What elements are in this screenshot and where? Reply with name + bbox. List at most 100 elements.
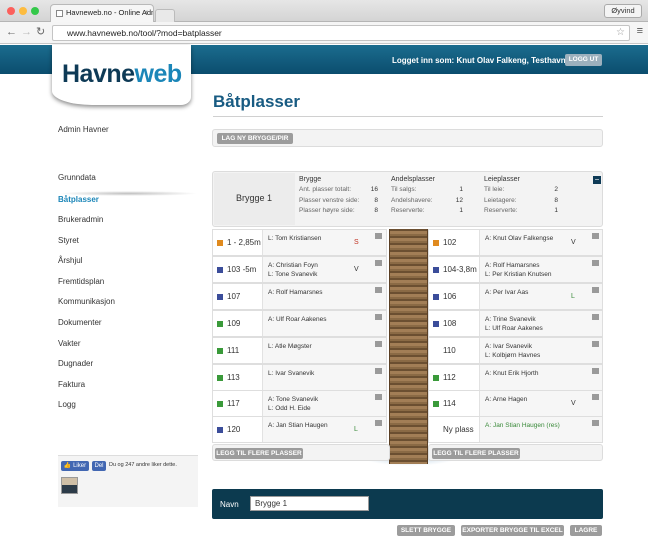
minimize-window-icon[interactable] [19,7,27,15]
sidebar-item-batplasser[interactable]: Båtplasser [58,195,99,204]
collapse-icon[interactable]: − [593,176,601,184]
berth-row[interactable]: 106 A: Per Ivar Aas L [428,283,603,310]
berth-number-cell[interactable]: 110 [429,338,480,363]
new-tab-button[interactable] [155,9,175,22]
add-more-left-button[interactable]: LEGG TIL FLERE PLASSER [215,448,303,459]
berth-number-cell[interactable]: 114 [429,391,480,416]
berth-number: 120 [227,425,241,434]
berth-number-cell[interactable]: 120 [213,417,263,442]
sidebar-item-arshjul[interactable]: Årshjul [58,256,82,265]
berth-row[interactable]: Ny plass A: Jan Stian Haugen (res) [428,416,603,443]
back-arrow-icon[interactable]: ← [6,26,17,38]
tab-title: Havneweb.no - Online Admi [66,8,154,17]
sidebar-item-kommunikasjon[interactable]: Kommunikasjon [58,297,115,306]
berth-occupants: A: Knut Erik Hjorth [485,369,538,378]
berth-number: Ny plass [443,425,474,434]
berth-menu-icon[interactable] [375,368,382,374]
berth-menu-icon[interactable] [375,394,382,400]
berth-number-cell[interactable]: 106 [429,284,480,309]
berth-menu-icon[interactable] [592,233,599,239]
facebook-share-button[interactable]: Del [92,461,106,471]
berth-number: 113 [227,373,240,382]
berth-row[interactable]: 109 A: Ulf Roar Aakenes [212,310,387,337]
pier-name-input[interactable]: Brygge 1 [250,496,369,511]
sidebar-item-logg[interactable]: Logg [58,400,76,409]
sidebar-item-faktura[interactable]: Faktura [58,380,85,389]
berth-row[interactable]: 112 A: Knut Erik Hjorth [428,364,603,391]
sidebar-item-dokumenter[interactable]: Dokumenter [58,318,102,327]
sidebar-item-fremtidsplan[interactable]: Fremtidsplan [58,277,104,286]
delete-pier-button[interactable]: SLETT BRYGGE [397,525,455,536]
berth-number-cell[interactable]: 108 [429,311,480,336]
berth-menu-icon[interactable] [592,368,599,374]
address-bar[interactable]: www.havneweb.no/tool/?mod=batplasser ☆ [52,25,630,41]
berth-number-cell[interactable]: 103 -5m [213,257,263,282]
berth-menu-icon[interactable] [592,260,599,266]
facebook-widget: 👍 Liker Del Du og 247 andre liker dette. [58,455,198,507]
berth-menu-icon[interactable] [375,314,382,320]
maximize-window-icon[interactable] [31,7,39,15]
berth-row[interactable]: 113 L: Ivar Svanevik [212,364,387,391]
berth-menu-icon[interactable] [592,420,599,426]
berth-number-cell[interactable]: 109 [213,311,263,336]
berth-menu-icon[interactable] [592,341,599,347]
berth-status-letter: L [354,426,358,433]
berth-menu-icon[interactable] [592,394,599,400]
sidebar-item-styret[interactable]: Styret [58,236,79,245]
save-button[interactable]: LAGRE [570,525,602,536]
berth-row[interactable]: 120 A: Jan Stian Haugen L [212,416,387,443]
sidebar-item-vakter[interactable]: Vakter [58,339,81,348]
berth-number-cell[interactable]: 107 [213,284,263,309]
sidebar-item-grunndata[interactable]: Grunndata [58,173,96,182]
bookmark-star-icon[interactable]: ☆ [616,26,625,40]
berth-number-cell[interactable]: 117 [213,391,263,416]
logged-in-text: Logget inn som: Knut Olav Falkeng, Testh… [392,56,566,65]
berth-occupant-name: A: Ulf Roar Aakenes [268,316,327,323]
berth-row[interactable]: 102 A: Knut Olav Falkengse V [428,229,603,256]
berth-row[interactable]: 111 L: Atle Møgster [212,337,387,364]
berth-menu-icon[interactable] [375,287,382,293]
berth-number-cell[interactable]: 112 [429,365,480,390]
berth-number-cell[interactable]: 111 [213,338,263,363]
close-tab-icon[interactable]: × [143,5,148,21]
berth-row[interactable]: 108 A: Trine Svanevik L: Ulf Roar Aakenes [428,310,603,337]
berth-menu-icon[interactable] [375,260,382,266]
export-excel-button[interactable]: EXPORTER BRYGGE TIL EXCEL [461,525,564,536]
pier-name: Brygge 1 [236,193,273,203]
berth-row[interactable]: 114 A: Arne Hagen V [428,390,603,417]
browser-tab[interactable]: Havneweb.no - Online Admi × [50,4,154,22]
leie-value: 1 [554,207,558,214]
berth-number-cell[interactable]: Ny plass [429,417,480,442]
sidebar-item-brukeradmin[interactable]: Brukeradmin [58,215,103,224]
sidebar-item-dugnader[interactable]: Dugnader [58,359,93,368]
berth-menu-icon[interactable] [375,233,382,239]
forward-arrow-icon[interactable]: → [21,26,32,38]
berth-row[interactable]: 103 -5m A: Christian Foyn L: Tone Svanevik… [212,256,387,283]
reload-icon[interactable]: ↻ [36,26,45,38]
berth-row[interactable]: 107 A: Rolf Hamarsnes [212,283,387,310]
berth-menu-icon[interactable] [592,314,599,320]
close-window-icon[interactable] [7,7,15,15]
berth-status-icon [217,401,223,407]
new-pier-button[interactable]: LAG NY BRYGGE/PIR [217,133,293,144]
berth-menu-icon[interactable] [592,287,599,293]
brygge-label: Plasser høyre side: [299,207,355,214]
browser-menu-icon[interactable]: ≡ [637,25,643,37]
havneweb-logo[interactable]: Havneweb [52,45,191,105]
logout-button[interactable]: LOGG UT [565,54,602,66]
berth-row[interactable]: 1 - 2,85m L: Tom Kristiansen S [212,229,387,256]
berth-number-cell[interactable]: 113 [213,365,263,390]
berth-row[interactable]: 104-3,8m A: Rolf Hamarsnes L: Per Kristian… [428,256,603,283]
berth-menu-icon[interactable] [375,420,382,426]
berth-row[interactable]: 117 A: Tone Svanevik L: Odd H. Eide [212,390,387,417]
berth-number-cell[interactable]: 104-3,8m [429,257,480,282]
berth-menu-icon[interactable] [375,341,382,347]
page-title: Båtplasser [213,92,300,111]
facebook-like-button[interactable]: 👍 Liker [61,461,89,471]
add-more-right-button[interactable]: LEGG TIL FLERE PLASSER [432,448,520,459]
sidebar-admin-link[interactable]: Admin Havner [58,125,109,134]
berth-number-cell[interactable]: 1 - 2,85m [213,230,263,255]
profile-button[interactable]: Øyvind [604,4,642,18]
berth-number-cell[interactable]: 102 [429,230,480,255]
berth-row[interactable]: 110 A: Ivar Svanevik L: Kolbjørn Havnes [428,337,603,364]
